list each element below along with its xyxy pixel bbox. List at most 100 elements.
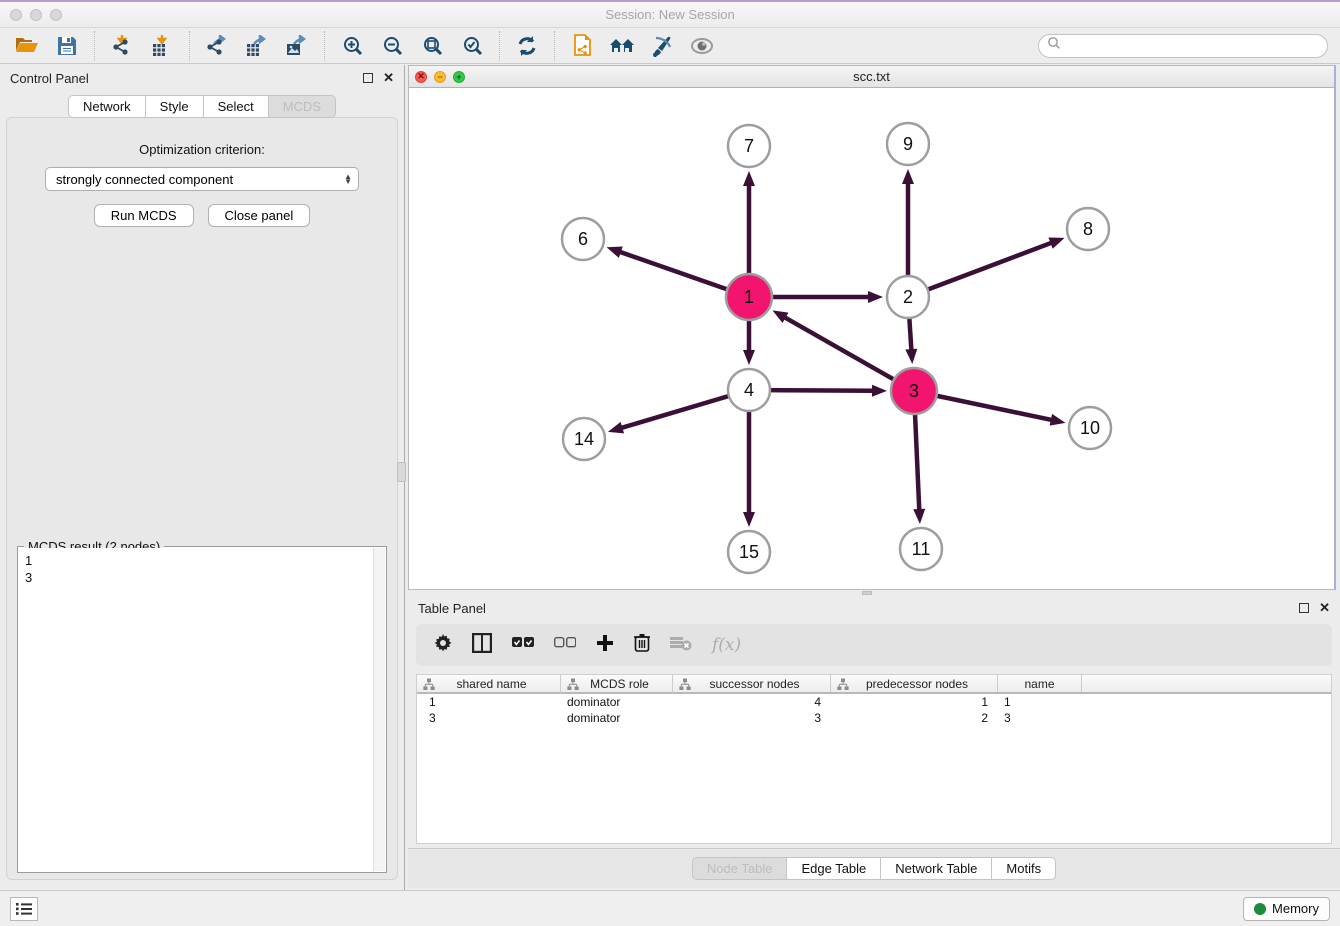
table-row[interactable]: 3dominator323 bbox=[417, 710, 1331, 726]
columns-button[interactable] bbox=[472, 633, 492, 658]
graph-node-15[interactable]: 15 bbox=[728, 531, 770, 573]
cell-successor-nodes[interactable]: 3 bbox=[673, 710, 831, 726]
search-input[interactable] bbox=[1061, 39, 1319, 53]
control-tab-mcds[interactable]: MCDS bbox=[268, 95, 336, 118]
run-mcds-button[interactable]: Run MCDS bbox=[94, 204, 194, 227]
new-network-icon bbox=[571, 34, 593, 58]
graph-node-1[interactable]: 1 bbox=[726, 274, 772, 320]
task-history-button[interactable] bbox=[10, 897, 38, 921]
graph-node-label: 1 bbox=[744, 287, 754, 307]
cell-name[interactable]: 3 bbox=[998, 710, 1082, 726]
column-header-label: successor nodes bbox=[709, 677, 799, 691]
graph-node-6[interactable]: 6 bbox=[562, 218, 604, 260]
close-panel-button[interactable]: Close panel bbox=[208, 204, 311, 227]
graph-node-11[interactable]: 11 bbox=[900, 528, 942, 570]
column-header-shared-name[interactable]: shared name bbox=[417, 675, 561, 692]
column-header-MCDS-role[interactable]: MCDS role bbox=[561, 675, 673, 692]
graph-node-4[interactable]: 4 bbox=[728, 369, 770, 411]
select-all-button[interactable] bbox=[512, 636, 534, 655]
deselect-all-button[interactable] bbox=[554, 636, 576, 655]
graph-edge-3-1[interactable] bbox=[772, 310, 914, 391]
graph-node-7[interactable]: 7 bbox=[728, 125, 770, 167]
show-style-icon bbox=[650, 35, 674, 57]
graph-node-label: 10 bbox=[1080, 418, 1100, 438]
cell-predecessor-nodes[interactable]: 2 bbox=[831, 710, 998, 726]
import-network-icon bbox=[111, 35, 133, 57]
first-neighbors-button[interactable] bbox=[605, 31, 639, 61]
network-canvas[interactable]: 7 9 6 8 1 2 4 3 14 10 15 11 bbox=[409, 88, 1333, 589]
hide-details-button[interactable] bbox=[685, 31, 719, 61]
graph-node-3[interactable]: 3 bbox=[891, 368, 937, 414]
export-network-button[interactable] bbox=[200, 31, 234, 61]
hide-details-icon bbox=[690, 38, 714, 54]
graph-node-10[interactable]: 10 bbox=[1069, 407, 1111, 449]
search-box[interactable] bbox=[1038, 34, 1328, 58]
refresh-layout-icon bbox=[516, 35, 538, 57]
gear-button[interactable] bbox=[434, 634, 452, 657]
export-image-button[interactable] bbox=[280, 31, 314, 61]
vertical-splitter-handle[interactable] bbox=[397, 462, 406, 482]
horizontal-splitter-handle[interactable] bbox=[862, 591, 872, 595]
show-style-button[interactable] bbox=[645, 31, 679, 61]
import-table-button[interactable] bbox=[145, 31, 179, 61]
cell-MCDS-role[interactable]: dominator bbox=[561, 710, 673, 726]
float-panel-icon[interactable] bbox=[363, 73, 373, 83]
graph-edge-2-8[interactable] bbox=[908, 238, 1065, 297]
export-table-button[interactable] bbox=[240, 31, 274, 61]
graph-node-label: 11 bbox=[912, 539, 931, 559]
result-scrollbar[interactable] bbox=[373, 548, 385, 871]
open-session-button[interactable] bbox=[10, 31, 44, 61]
graph-node-2[interactable]: 2 bbox=[887, 276, 929, 318]
cell-predecessor-nodes[interactable]: 1 bbox=[831, 694, 998, 710]
table-tab-network-table[interactable]: Network Table bbox=[880, 857, 991, 880]
table-tab-motifs[interactable]: Motifs bbox=[991, 857, 1056, 880]
column-header-successor-nodes[interactable]: successor nodes bbox=[673, 675, 831, 692]
zoom-fit-button[interactable] bbox=[415, 31, 449, 61]
graph-node-label: 3 bbox=[909, 381, 919, 401]
column-header-name[interactable]: name bbox=[998, 675, 1082, 692]
control-panel-title: Control Panel bbox=[10, 71, 89, 86]
graph-node-14[interactable]: 14 bbox=[563, 418, 605, 460]
cell-shared-name[interactable]: 1 bbox=[417, 694, 561, 710]
mcds-result-list[interactable]: 13 bbox=[19, 548, 373, 871]
float-table-panel-icon[interactable] bbox=[1299, 603, 1309, 613]
save-session-button[interactable] bbox=[50, 31, 84, 61]
control-tab-network[interactable]: Network bbox=[68, 95, 145, 118]
cell-shared-name[interactable]: 3 bbox=[417, 710, 561, 726]
table-panel: Table Panel ✕ f(x) shared nameMCDS roles… bbox=[408, 596, 1340, 888]
zoom-in-button[interactable] bbox=[335, 31, 369, 61]
memory-button[interactable]: Memory bbox=[1243, 897, 1330, 921]
mcds-result-item[interactable]: 1 bbox=[25, 552, 373, 569]
close-panel-icon[interactable]: ✕ bbox=[383, 73, 394, 83]
close-table-panel-icon[interactable]: ✕ bbox=[1319, 603, 1330, 613]
cell-name[interactable]: 1 bbox=[998, 694, 1082, 710]
table-tab-node-table[interactable]: Node Table bbox=[692, 857, 787, 880]
control-tab-select[interactable]: Select bbox=[203, 95, 268, 118]
table-tab-edge-table[interactable]: Edge Table bbox=[786, 857, 880, 880]
criterion-dropdown[interactable]: strongly connected component ▲▼ bbox=[45, 167, 359, 191]
cell-MCDS-role[interactable]: dominator bbox=[561, 694, 673, 710]
network-window-titlebar[interactable]: ✕ − + scc.txt bbox=[409, 66, 1334, 88]
function-icon: f(x) bbox=[712, 635, 741, 655]
search-icon bbox=[1047, 36, 1061, 55]
zoom-out-button[interactable] bbox=[375, 31, 409, 61]
cell-successor-nodes[interactable]: 4 bbox=[673, 694, 831, 710]
column-header-label: MCDS role bbox=[590, 677, 649, 691]
control-tab-style[interactable]: Style bbox=[145, 95, 203, 118]
graph-node-label: 6 bbox=[578, 229, 588, 249]
deselect-all-icon bbox=[554, 636, 576, 655]
mcds-result-item[interactable]: 3 bbox=[25, 569, 373, 586]
export-image-icon bbox=[285, 35, 309, 57]
column-header-label: name bbox=[1024, 677, 1054, 691]
refresh-layout-button[interactable] bbox=[510, 31, 544, 61]
table-row[interactable]: 1dominator411 bbox=[417, 694, 1331, 710]
zoom-selected-button[interactable] bbox=[455, 31, 489, 61]
import-network-button[interactable] bbox=[105, 31, 139, 61]
graph-node-8[interactable]: 8 bbox=[1067, 208, 1109, 250]
graph-node-label: 2 bbox=[903, 287, 913, 307]
column-header-predecessor-nodes[interactable]: predecessor nodes bbox=[831, 675, 998, 692]
new-network-button[interactable] bbox=[565, 31, 599, 61]
add-row-button[interactable] bbox=[596, 634, 614, 657]
delete-row-button[interactable] bbox=[634, 633, 650, 657]
graph-node-9[interactable]: 9 bbox=[887, 123, 929, 165]
